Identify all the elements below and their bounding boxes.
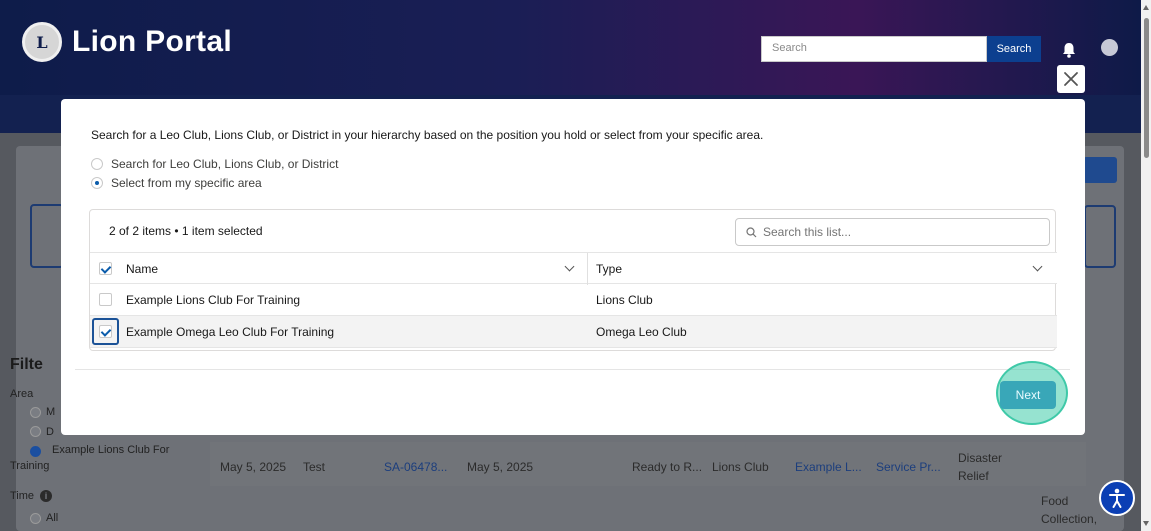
- option-specific-area-label: Select from my specific area: [111, 176, 262, 190]
- area-option-2-label: D: [46, 426, 54, 438]
- accessibility-figure-icon: [1109, 488, 1125, 508]
- area-option-3-label: Example Lions Club For: [52, 444, 170, 456]
- area-radio-1[interactable]: [30, 407, 41, 418]
- row-checkbox[interactable]: [99, 325, 112, 338]
- area-option-1-label: M: [46, 406, 56, 418]
- background-action-button[interactable]: [1083, 157, 1117, 183]
- row-cause-1: Disaster: [958, 451, 1003, 465]
- table-row[interactable]: Example Lions Club For Training Lions Cl…: [90, 284, 1057, 316]
- option-specific-area-radio[interactable]: [91, 177, 103, 189]
- row-cause-2: Relief: [958, 469, 989, 483]
- search-icon: [746, 226, 757, 237]
- name-column-chevron-down-icon[interactable]: [564, 261, 575, 272]
- accessibility-icon[interactable]: [1099, 480, 1135, 516]
- filters-title: Filte: [10, 356, 43, 373]
- area-radio-2[interactable]: [30, 426, 41, 437]
- global-search-button[interactable]: Search: [987, 36, 1041, 62]
- user-avatar-icon[interactable]: [1101, 39, 1118, 56]
- scroll-thumb[interactable]: [1144, 18, 1149, 158]
- row-id-link[interactable]: SA-06478...: [384, 460, 447, 474]
- row-checkbox[interactable]: [99, 293, 112, 306]
- club-list: 2 of 2 items • 1 item selected Search th…: [89, 209, 1057, 351]
- club-table: Name Type Example Lions Club For Trainin…: [90, 252, 1057, 348]
- row-date-2: May 5, 2025: [467, 460, 534, 474]
- scroll-up-icon[interactable]: [1143, 5, 1149, 10]
- scroll-down-icon[interactable]: [1143, 521, 1149, 526]
- row-date: May 5, 2025: [220, 460, 287, 474]
- close-icon: [1064, 72, 1078, 86]
- app-title: Lion Portal: [72, 25, 232, 58]
- modal-footer-divider: [75, 369, 1070, 370]
- background-box-right: [1084, 205, 1116, 268]
- global-search-input[interactable]: Search: [761, 36, 987, 62]
- time-radio-all[interactable]: [30, 513, 41, 524]
- column-divider[interactable]: [587, 253, 588, 285]
- list-search-input[interactable]: Search this list...: [735, 218, 1050, 246]
- row-project-link[interactable]: Service Pr...: [876, 460, 941, 474]
- row-extra-1: Food: [1041, 494, 1069, 508]
- modal-instruction: Search for a Leo Club, Lions Club, or Di…: [91, 128, 764, 142]
- row-type: Lions Club: [596, 293, 653, 307]
- row-extra-2: Collection,: [1041, 512, 1098, 526]
- option-search-label: Search for Leo Club, Lions Club, or Dist…: [111, 157, 339, 171]
- row-name: Example Omega Leo Club For Training: [126, 325, 335, 339]
- club-select-modal: Search for a Leo Club, Lions Club, or Di…: [61, 99, 1085, 435]
- column-header-name[interactable]: Name: [126, 262, 158, 276]
- select-all-checkbox[interactable]: [99, 262, 112, 275]
- area-radio-3[interactable]: [30, 446, 41, 457]
- modal-close-button[interactable]: [1057, 65, 1085, 93]
- row-name: Example Lions Club For Training: [126, 293, 301, 307]
- row-club-link[interactable]: Example L...: [795, 460, 862, 474]
- list-item-count: 2 of 2 items • 1 item selected: [109, 224, 263, 238]
- option-search[interactable]: Search for Leo Club, Lions Club, or Dist…: [91, 157, 338, 171]
- lions-logo-icon: L: [22, 22, 62, 62]
- time-label: Time: [10, 490, 35, 502]
- option-search-radio[interactable]: [91, 158, 103, 170]
- area-option-3-label-2: Training: [10, 460, 50, 472]
- brand[interactable]: L Lion Portal: [22, 22, 232, 62]
- area-label: Area: [10, 388, 34, 400]
- column-header-type[interactable]: Type: [596, 262, 622, 276]
- page-scrollbar[interactable]: [1141, 0, 1151, 531]
- background-box-left: [30, 204, 64, 268]
- type-column-chevron-down-icon[interactable]: [1032, 261, 1043, 272]
- bell-icon[interactable]: [1062, 42, 1076, 58]
- time-option-all-label: All: [46, 512, 59, 524]
- table-header: Name Type: [90, 252, 1057, 285]
- next-button[interactable]: Next: [1000, 381, 1056, 409]
- option-specific-area[interactable]: Select from my specific area: [91, 176, 262, 190]
- row-status: Ready to R...: [632, 460, 703, 474]
- info-icon[interactable]: i: [40, 490, 52, 502]
- row-type: Omega Leo Club: [596, 325, 687, 339]
- table-row[interactable]: Example Omega Leo Club For Training Omeg…: [90, 316, 1057, 348]
- list-search-placeholder: Search this list...: [763, 225, 852, 239]
- row-name: Test: [303, 460, 326, 474]
- row-club-type: Lions Club: [712, 460, 769, 474]
